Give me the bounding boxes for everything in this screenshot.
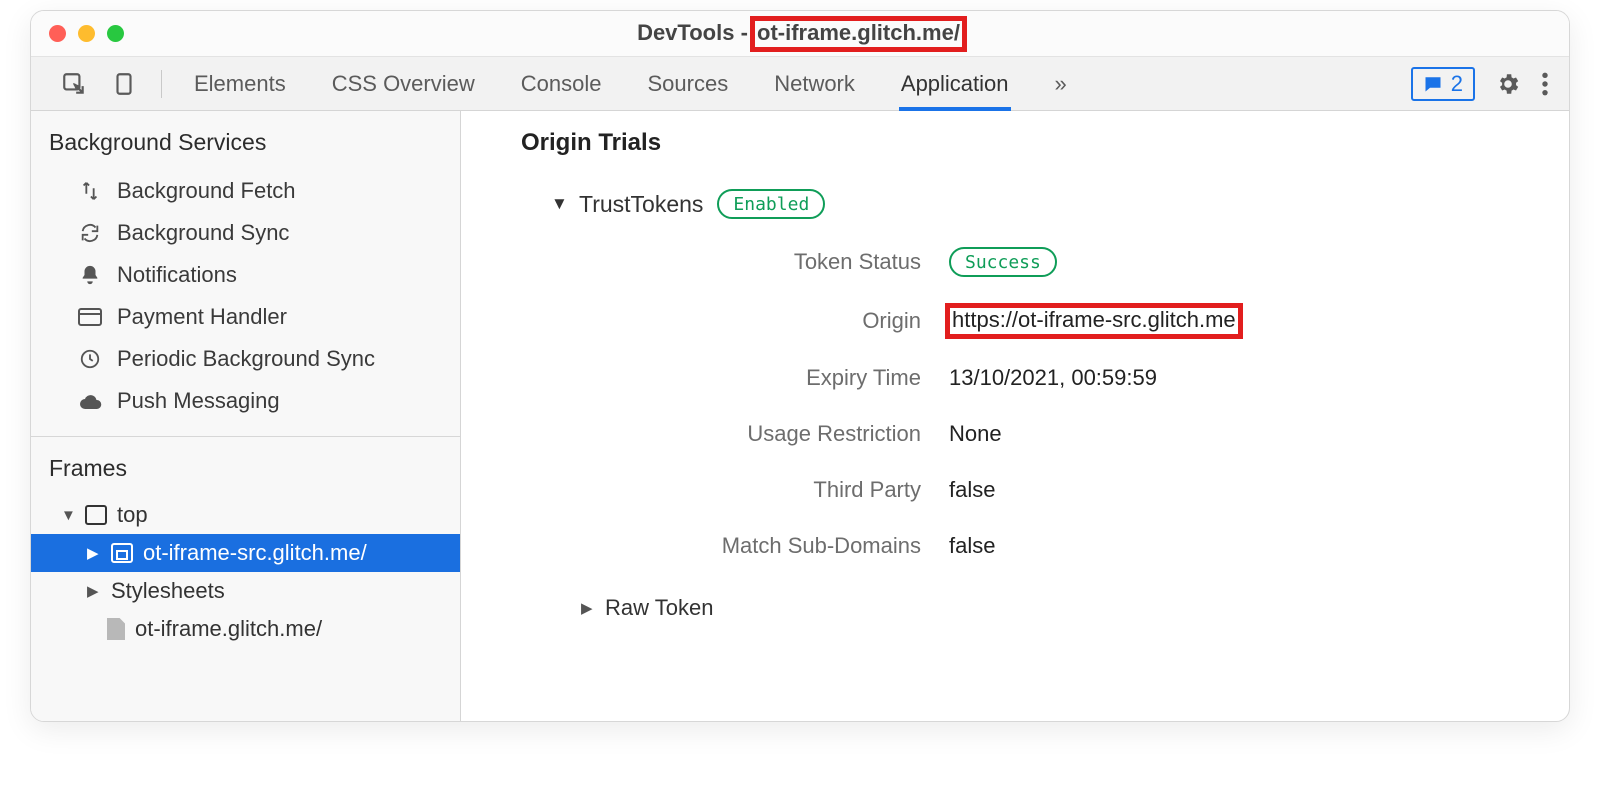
inspect-element-icon[interactable] xyxy=(61,71,87,97)
tab-css-overview[interactable]: CSS Overview xyxy=(330,57,477,111)
cloud-icon xyxy=(77,392,103,410)
label-third-party: Third Party xyxy=(611,477,921,503)
label-origin: Origin xyxy=(611,308,921,334)
tabs-overflow[interactable]: » xyxy=(1053,57,1069,111)
value-origin: https://ot-iframe-src.glitch.me xyxy=(949,307,1539,335)
sidebar-item-payment-handler[interactable]: Payment Handler xyxy=(31,296,460,338)
application-sidebar: Background Services Background Fetch Bac… xyxy=(31,111,461,721)
label-token-status: Token Status xyxy=(611,249,921,275)
maximize-window-button[interactable] xyxy=(107,25,124,42)
sidebar-item-background-fetch[interactable]: Background Fetch xyxy=(31,170,460,212)
issues-count: 2 xyxy=(1451,71,1463,97)
sidebar-item-label: Background Fetch xyxy=(117,178,296,204)
frame-label: ot-iframe-src.glitch.me/ xyxy=(143,540,367,566)
sidebar-item-label: Background Sync xyxy=(117,220,289,246)
card-icon xyxy=(77,307,103,327)
raw-token-label: Raw Token xyxy=(605,595,713,621)
window-title: DevTools - ot-iframe.glitch.me/ xyxy=(31,20,1569,48)
minimize-window-button[interactable] xyxy=(78,25,95,42)
sidebar-item-label: Periodic Background Sync xyxy=(117,346,375,372)
updown-icon xyxy=(77,180,103,202)
title-url-highlight: ot-iframe.glitch.me/ xyxy=(754,20,963,48)
tab-sources[interactable]: Sources xyxy=(645,57,730,111)
tab-application[interactable]: Application xyxy=(899,57,1011,111)
raw-token-row[interactable]: ▶ Raw Token xyxy=(581,595,1539,621)
disclosure-triangle-icon[interactable]: ▶ xyxy=(87,544,101,562)
bg-services-heading: Background Services xyxy=(31,111,460,170)
disclosure-triangle-icon[interactable]: ▼ xyxy=(61,507,75,524)
trial-row-trusttokens[interactable]: ▼ TrustTokens Enabled xyxy=(551,189,1539,219)
sidebar-item-periodic-sync[interactable]: Periodic Background Sync xyxy=(31,338,460,380)
disclosure-triangle-icon[interactable]: ▶ xyxy=(581,599,595,617)
clock-icon xyxy=(77,348,103,370)
page-title: Origin Trials xyxy=(521,129,1539,157)
document-icon xyxy=(107,618,125,640)
status-badge-success: Success xyxy=(949,247,1057,277)
trial-name: TrustTokens xyxy=(579,191,703,218)
frame-stylesheets[interactable]: ▶ Stylesheets xyxy=(31,572,460,610)
bg-services-list: Background Fetch Background Sync Notific… xyxy=(31,170,460,422)
issues-badge[interactable]: 2 xyxy=(1411,67,1475,101)
disclosure-triangle-icon[interactable]: ▶ xyxy=(87,582,101,600)
frame-label: Stylesheets xyxy=(111,578,225,604)
origin-value-highlight: https://ot-iframe-src.glitch.me xyxy=(949,307,1239,335)
titlebar: DevTools - ot-iframe.glitch.me/ xyxy=(31,11,1569,57)
title-prefix: DevTools - xyxy=(637,20,754,45)
sidebar-item-label: Push Messaging xyxy=(117,388,280,414)
frame-top[interactable]: ▼ top xyxy=(31,496,460,534)
tab-network[interactable]: Network xyxy=(772,57,857,111)
value-match-subdomains: false xyxy=(949,533,1539,559)
tab-elements[interactable]: Elements xyxy=(192,57,288,111)
label-usage-restriction: Usage Restriction xyxy=(611,421,921,447)
frame-file-ot-iframe[interactable]: ot-iframe.glitch.me/ xyxy=(31,610,460,648)
devtools-toolbar: Elements CSS Overview Console Sources Ne… xyxy=(31,57,1569,111)
issues-icon xyxy=(1423,75,1443,93)
status-badge-enabled: Enabled xyxy=(717,189,825,219)
settings-icon[interactable] xyxy=(1495,71,1521,97)
frame-label: top xyxy=(117,502,148,528)
label-expiry-time: Expiry Time xyxy=(611,365,921,391)
sidebar-item-label: Payment Handler xyxy=(117,304,287,330)
value-expiry-time: 13/10/2021, 00:59:59 xyxy=(949,365,1539,391)
value-third-party: false xyxy=(949,477,1539,503)
traffic-lights xyxy=(49,25,124,42)
label-match-subdomains: Match Sub-Domains xyxy=(611,533,921,559)
disclosure-triangle-icon[interactable]: ▼ xyxy=(551,194,565,214)
frame-label: ot-iframe.glitch.me/ xyxy=(135,616,322,642)
sync-icon xyxy=(77,222,103,244)
toolbar-separator xyxy=(161,70,162,98)
value-usage-restriction: None xyxy=(949,421,1539,447)
frames-heading: Frames xyxy=(31,437,460,496)
trial-details-grid: Token Status Success Origin https://ot-i… xyxy=(611,247,1539,559)
value-token-status: Success xyxy=(949,247,1539,277)
frame-icon xyxy=(85,505,107,525)
sidebar-item-notifications[interactable]: Notifications xyxy=(31,254,460,296)
kebab-menu-icon[interactable] xyxy=(1541,71,1549,97)
sidebar-item-background-sync[interactable]: Background Sync xyxy=(31,212,460,254)
tabs: Elements CSS Overview Console Sources Ne… xyxy=(192,57,1411,111)
devtools-window: DevTools - ot-iframe.glitch.me/ Elements… xyxy=(30,10,1570,722)
sidebar-item-label: Notifications xyxy=(117,262,237,288)
main-content: Origin Trials ▼ TrustTokens Enabled Toke… xyxy=(461,111,1569,721)
bell-icon xyxy=(77,264,103,286)
panel-body: Background Services Background Fetch Bac… xyxy=(31,111,1569,721)
embedded-frame-icon xyxy=(111,543,133,563)
sidebar-item-push-messaging[interactable]: Push Messaging xyxy=(31,380,460,422)
frame-ot-iframe-src[interactable]: ▶ ot-iframe-src.glitch.me/ xyxy=(31,534,460,572)
close-window-button[interactable] xyxy=(49,25,66,42)
device-toolbar-icon[interactable] xyxy=(111,71,137,97)
tab-console[interactable]: Console xyxy=(519,57,604,111)
